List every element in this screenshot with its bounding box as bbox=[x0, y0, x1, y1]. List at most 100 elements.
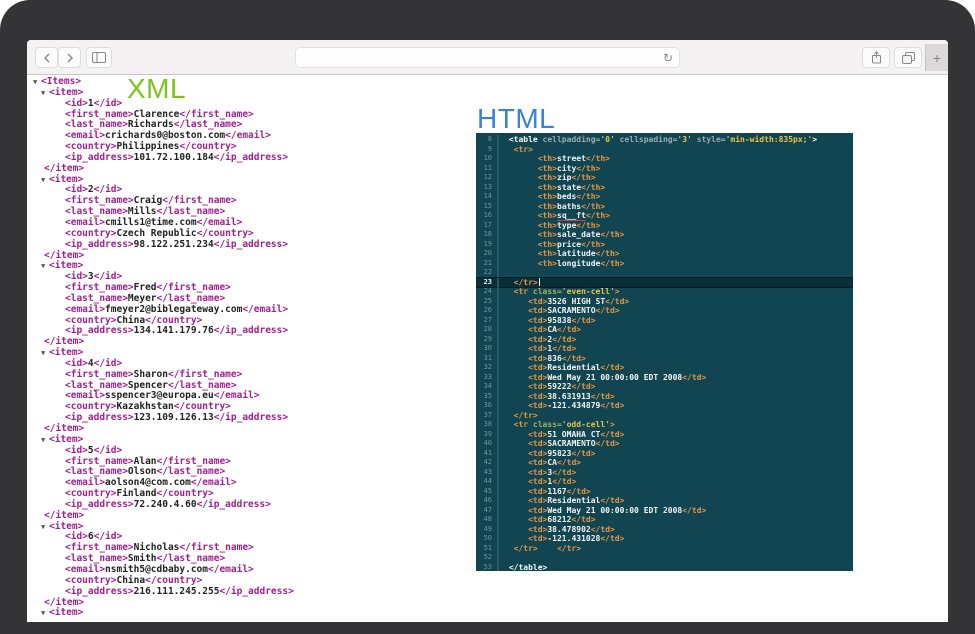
xml-tag: </id> bbox=[94, 184, 123, 195]
sidebar-toggle-button[interactable] bbox=[86, 47, 112, 68]
code-token: <td> bbox=[528, 477, 547, 486]
code-token: </td> bbox=[605, 297, 629, 306]
reload-icon[interactable]: ↻ bbox=[663, 50, 673, 66]
code-token: style= bbox=[692, 135, 726, 144]
xml-text: Mills bbox=[128, 206, 157, 217]
line-number: 48 bbox=[476, 515, 498, 525]
editor-line: 51</tr> </tr> bbox=[476, 544, 853, 554]
code-token: </th> bbox=[581, 240, 605, 249]
tabs-button[interactable] bbox=[894, 47, 922, 68]
xml-text: Spencer bbox=[128, 380, 168, 391]
xml-tag: <country> bbox=[65, 141, 116, 152]
xml-text: Olson bbox=[128, 466, 157, 477]
code-token: <td> bbox=[528, 534, 547, 543]
line-number: 21 bbox=[476, 259, 498, 269]
disclosure-triangle-icon[interactable]: ▼ bbox=[41, 435, 49, 446]
disclosure-triangle-icon[interactable]: ▼ bbox=[41, 261, 49, 272]
code-token: -121.431028 bbox=[547, 534, 600, 543]
code-token: sale_date bbox=[557, 230, 600, 239]
browser-toolbar: ↻ + bbox=[27, 40, 948, 75]
line-number: 53 bbox=[476, 563, 498, 572]
code-token: </tr> bbox=[514, 278, 538, 287]
code-token: </td> bbox=[571, 316, 595, 325]
code-token: </th> bbox=[600, 230, 624, 239]
xml-tag: </country> bbox=[197, 228, 254, 239]
code-token: <table bbox=[509, 135, 538, 144]
editor-line: 27<td>95838</td> bbox=[476, 316, 853, 326]
disclosure-triangle-icon[interactable]: ▼ bbox=[41, 348, 49, 359]
xml-text: aolson4@com.com bbox=[105, 477, 191, 488]
code-token: <th> bbox=[538, 173, 557, 182]
line-number: 42 bbox=[476, 458, 498, 468]
share-icon bbox=[871, 51, 882, 64]
code-token: <td> bbox=[528, 392, 547, 401]
xml-tag: </last_name> bbox=[174, 119, 243, 130]
xml-tag: <id> bbox=[65, 184, 88, 195]
line-number: 15 bbox=[476, 202, 498, 212]
code-text: <th>price</th> bbox=[498, 240, 605, 250]
code-token: CA bbox=[547, 458, 557, 467]
line-number: 38 bbox=[476, 420, 498, 430]
xml-text: 123.109.126.13 bbox=[134, 412, 214, 423]
editor-line: 35<td>38.631913</td> bbox=[476, 392, 853, 402]
code-text: <td>51 OMAHA CT</td> bbox=[498, 430, 624, 440]
xml-tag: <last_name> bbox=[65, 466, 128, 477]
xml-text: Clarence bbox=[134, 109, 180, 120]
code-token: </th> bbox=[576, 164, 600, 173]
xml-tag: <country> bbox=[65, 401, 116, 412]
code-token: </td> bbox=[552, 468, 576, 477]
xml-tag: </item> bbox=[44, 250, 84, 261]
forward-button[interactable] bbox=[58, 47, 81, 68]
disclosure-triangle-icon[interactable]: ▼ bbox=[41, 522, 49, 533]
xml-row: ▼<item> bbox=[33, 608, 294, 619]
xml-text: Richards bbox=[128, 119, 174, 130]
code-editor[interactable]: 8<table cellpadding='0' cellspading='3' … bbox=[476, 133, 853, 571]
code-token: city bbox=[557, 164, 576, 173]
editor-line: 38<tr class='odd-cell'> bbox=[476, 420, 853, 430]
xml-text: cmills1@time.com bbox=[105, 217, 197, 228]
code-text: <td>Residential</td> bbox=[498, 496, 624, 506]
xml-text: Craig bbox=[134, 195, 163, 206]
line-number: 37 bbox=[476, 411, 498, 421]
code-token: <th> bbox=[538, 154, 557, 163]
code-token: <th> bbox=[538, 164, 557, 173]
xml-tag: </email> bbox=[191, 477, 237, 488]
code-token: <td> bbox=[528, 487, 547, 496]
code-token: 'odd-cell' bbox=[562, 420, 610, 429]
code-token: -121.434879 bbox=[547, 401, 600, 410]
code-token: <th> bbox=[538, 230, 557, 239]
code-token: <td> bbox=[528, 363, 547, 372]
url-field[interactable] bbox=[304, 49, 658, 68]
disclosure-triangle-icon[interactable]: ▼ bbox=[33, 77, 41, 88]
xml-tag: </ip_address> bbox=[219, 586, 293, 597]
code-text: <td>68212</td> bbox=[498, 515, 596, 525]
disclosure-triangle-icon[interactable]: ▼ bbox=[41, 175, 49, 186]
xml-tag: </last_name> bbox=[157, 206, 226, 217]
code-token: SACRAMENTO bbox=[547, 439, 595, 448]
xml-tag: </id> bbox=[94, 445, 123, 456]
xml-tree: ▼<Items>▼<item><id>1</id><first_name>Cla… bbox=[33, 77, 294, 619]
disclosure-triangle-icon[interactable]: ▼ bbox=[41, 88, 49, 99]
xml-tag: </country> bbox=[157, 488, 214, 499]
line-number: 30 bbox=[476, 344, 498, 354]
code-token: 38.631913 bbox=[547, 392, 590, 401]
share-button[interactable] bbox=[862, 47, 890, 68]
xml-text: sspencer3@europa.eu bbox=[105, 390, 214, 401]
back-button[interactable] bbox=[35, 47, 58, 68]
code-token: <tr bbox=[514, 420, 533, 429]
disclosure-triangle-icon[interactable]: ▼ bbox=[41, 608, 49, 619]
line-number: 23 bbox=[476, 278, 498, 288]
editor-line: 39<td>51 OMAHA CT</td> bbox=[476, 430, 853, 440]
xml-tag: <Items> bbox=[41, 76, 81, 87]
new-tab-button[interactable]: + bbox=[925, 44, 948, 71]
code-token: 'even-cell' bbox=[562, 287, 615, 296]
code-text: <td>CA</td> bbox=[498, 458, 581, 468]
code-text: <td>3</td> bbox=[498, 468, 576, 478]
line-number: 46 bbox=[476, 496, 498, 506]
xml-tag: <item> bbox=[49, 607, 83, 618]
editor-line: 18<th>sale_date</th> bbox=[476, 230, 853, 240]
xml-tag: <country> bbox=[65, 488, 116, 499]
code-token: </td> bbox=[600, 496, 624, 505]
code-text: <th>type</th> bbox=[498, 221, 600, 231]
code-token: <th> bbox=[538, 202, 557, 211]
